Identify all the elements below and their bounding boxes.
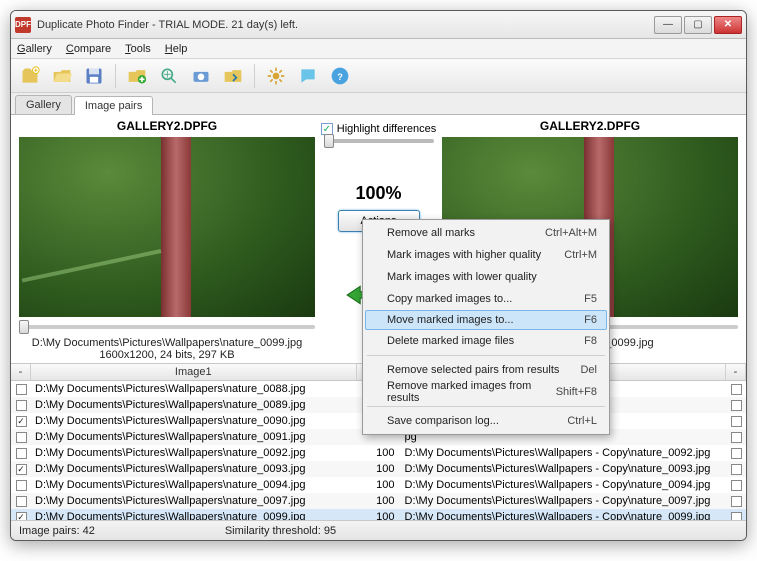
menu-compare[interactable]: Compare (66, 43, 111, 55)
svg-text:?: ? (337, 72, 343, 82)
row-path-left: D:\My Documents\Pictures\Wallpapers\natu… (31, 495, 357, 507)
open-gallery-icon[interactable] (49, 63, 75, 89)
menu-item[interactable]: Remove all marksCtrl+Alt+M (365, 222, 607, 244)
row-similarity: 100 (357, 511, 401, 520)
menu-item[interactable]: Mark images with higher qualityCtrl+M (365, 244, 607, 266)
left-image-path: D:\My Documents\Pictures\Wallpapers\natu… (32, 337, 302, 349)
statusbar: Image pairs: 42 Similarity threshold: 95 (11, 520, 746, 540)
save-gallery-icon[interactable] (81, 63, 107, 89)
row-path-left: D:\My Documents\Pictures\Wallpapers\natu… (31, 383, 357, 395)
menu-gallery[interactable]: Gallery (17, 43, 52, 55)
row-path-left: D:\My Documents\Pictures\Wallpapers\natu… (31, 511, 357, 520)
add-folder-icon[interactable] (124, 63, 150, 89)
menu-help[interactable]: Help (165, 43, 188, 55)
camera-icon[interactable] (188, 63, 214, 89)
left-zoom-slider[interactable] (19, 325, 315, 329)
row-checkbox-left[interactable] (16, 496, 27, 507)
table-row[interactable]: D:\My Documents\Pictures\Wallpapers\natu… (11, 477, 746, 493)
menu-item[interactable]: Copy marked images to...F5 (365, 288, 607, 310)
row-path-right: D:\My Documents\Pictures\Wallpapers - Co… (401, 511, 727, 520)
menu-item[interactable]: Remove marked images from resultsShift+F… (365, 381, 607, 403)
row-path-right: D:\My Documents\Pictures\Wallpapers - Co… (401, 479, 727, 491)
tabstrip: Gallery Image pairs (11, 93, 746, 115)
row-checkbox-left[interactable] (16, 432, 27, 443)
row-checkbox-right[interactable] (731, 512, 742, 521)
feedback-icon[interactable] (295, 63, 321, 89)
row-checkbox-left[interactable] (16, 480, 27, 491)
menu-item[interactable]: Remove selected pairs from resultsDel (365, 359, 607, 381)
similarity-percent: 100% (355, 183, 401, 204)
compare-icon[interactable] (156, 63, 182, 89)
status-pairs: Image pairs: 42 (19, 525, 95, 537)
row-path-left: D:\My Documents\Pictures\Wallpapers\natu… (31, 431, 357, 443)
row-similarity: 100 (357, 495, 401, 507)
row-checkbox-left[interactable] (16, 384, 27, 395)
row-checkbox-right[interactable] (731, 480, 742, 491)
menu-item[interactable]: Move marked images to...F6 (365, 310, 607, 330)
table-row[interactable]: D:\My Documents\Pictures\Wallpapers\natu… (11, 445, 746, 461)
row-checkbox-right[interactable] (731, 464, 742, 475)
row-path-left: D:\My Documents\Pictures\Wallpapers\natu… (31, 415, 357, 427)
table-row[interactable]: D:\My Documents\Pictures\Wallpapers\natu… (11, 493, 746, 509)
left-gallery-name: GALLERY2.DPFG (117, 119, 217, 133)
new-gallery-icon[interactable] (17, 63, 43, 89)
row-checkbox-left[interactable] (16, 400, 27, 411)
row-checkbox-right[interactable] (731, 448, 742, 459)
close-button[interactable]: ✕ (714, 16, 742, 34)
actions-context-menu[interactable]: Remove all marksCtrl+Alt+MMark images wi… (362, 219, 610, 435)
app-icon: DPF (15, 17, 31, 33)
tab-gallery[interactable]: Gallery (15, 95, 72, 114)
left-image-preview[interactable] (19, 137, 315, 317)
col-check1[interactable]: - (11, 364, 31, 380)
col-check2[interactable]: - (726, 364, 746, 380)
table-row[interactable]: ✓ D:\My Documents\Pictures\Wallpapers\nat… (11, 509, 746, 520)
titlebar: DPF Duplicate Photo Finder - TRIAL MODE.… (11, 11, 746, 39)
row-checkbox-left[interactable]: ✓ (16, 512, 27, 521)
menu-item[interactable]: Mark images with lower quality (365, 266, 607, 288)
menubar: Gallery Compare Tools Help (11, 39, 746, 59)
window-title: Duplicate Photo Finder - TRIAL MODE. 21 … (37, 19, 654, 31)
minimize-button[interactable]: — (654, 16, 682, 34)
row-path-right: D:\My Documents\Pictures\Wallpapers - Co… (401, 495, 727, 507)
row-path-right: D:\My Documents\Pictures\Wallpapers - Co… (401, 447, 727, 459)
row-checkbox-right[interactable] (731, 496, 742, 507)
row-similarity: 100 (357, 479, 401, 491)
row-path-left: D:\My Documents\Pictures\Wallpapers\natu… (31, 447, 357, 459)
help-icon[interactable]: ? (327, 63, 353, 89)
row-checkbox-right[interactable] (731, 432, 742, 443)
settings-icon[interactable] (263, 63, 289, 89)
maximize-button[interactable]: ▢ (684, 16, 712, 34)
right-gallery-name: GALLERY2.DPFG (540, 119, 640, 133)
menu-tools[interactable]: Tools (125, 43, 151, 55)
row-similarity: 100 (357, 463, 401, 475)
row-checkbox-right[interactable] (731, 416, 742, 427)
row-checkbox-left[interactable]: ✓ (16, 464, 27, 475)
status-threshold: Similarity threshold: 95 (225, 525, 336, 537)
menu-item[interactable]: Delete marked image filesF8 (365, 330, 607, 352)
row-checkbox-left[interactable]: ✓ (16, 416, 27, 427)
menu-item[interactable]: Save comparison log...Ctrl+L (365, 410, 607, 432)
highlight-slider[interactable] (324, 139, 434, 143)
row-path-left: D:\My Documents\Pictures\Wallpapers\natu… (31, 463, 357, 475)
highlight-label: Highlight differences (337, 123, 436, 135)
left-image-meta: 1600x1200, 24 bits, 297 KB (99, 349, 234, 361)
row-similarity: 100 (357, 447, 401, 459)
table-row[interactable]: ✓ D:\My Documents\Pictures\Wallpapers\nat… (11, 461, 746, 477)
row-checkbox-right[interactable] (731, 400, 742, 411)
row-path-left: D:\My Documents\Pictures\Wallpapers\natu… (31, 399, 357, 411)
row-checkbox-left[interactable] (16, 448, 27, 459)
row-path-right: D:\My Documents\Pictures\Wallpapers - Co… (401, 463, 727, 475)
row-checkbox-right[interactable] (731, 384, 742, 395)
left-panel: GALLERY2.DPFG D:\My Documents\Pictures\W… (19, 119, 315, 361)
tab-image-pairs[interactable]: Image pairs (74, 96, 153, 115)
export-icon[interactable] (220, 63, 246, 89)
row-path-left: D:\My Documents\Pictures\Wallpapers\natu… (31, 479, 357, 491)
toolbar: ? (11, 59, 746, 93)
col-image1[interactable]: Image1 (31, 364, 357, 380)
